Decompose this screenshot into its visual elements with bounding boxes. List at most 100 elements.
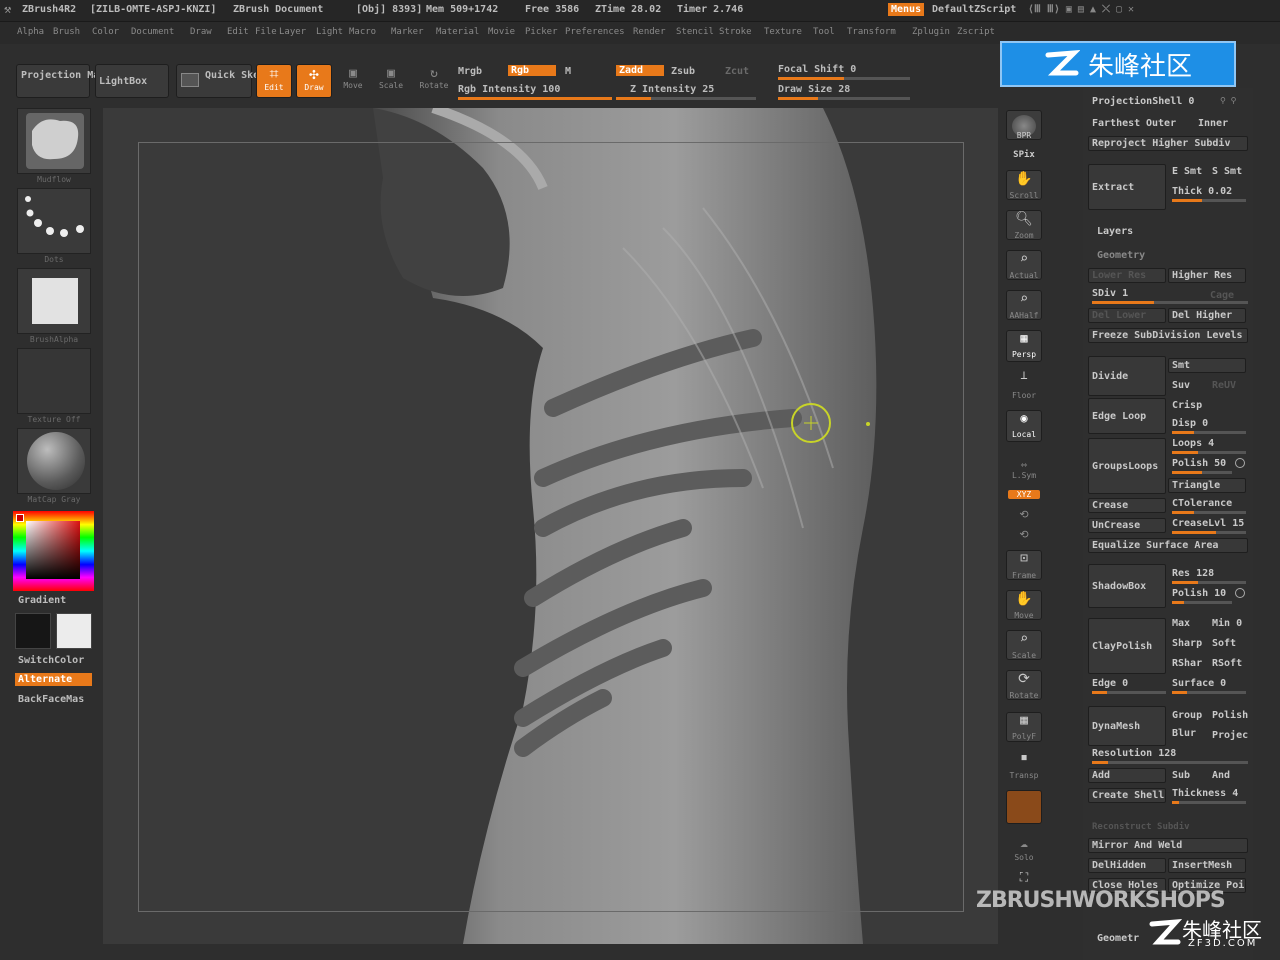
focal-shift-slider[interactable]: Focal Shift 0 (778, 64, 856, 75)
z-intensity-track[interactable] (616, 97, 756, 100)
projectionshell-slider[interactable]: ProjectionShell 0 (1092, 96, 1194, 107)
menu-zscript[interactable]: Zscript (957, 27, 995, 37)
draw-size-track[interactable] (778, 97, 910, 100)
color-picker[interactable] (13, 511, 94, 591)
menu-render[interactable]: Render (633, 27, 666, 37)
mrgb-toggle[interactable]: Mrgb (458, 66, 482, 77)
reproject-button[interactable]: Reproject Higher Subdiv (1088, 136, 1248, 151)
draw-size-slider[interactable]: Draw Size 28 (778, 84, 850, 95)
zsub-toggle[interactable]: Zsub (671, 66, 695, 77)
add-button[interactable]: Add (1088, 768, 1166, 783)
z-intensity-slider[interactable]: Z Intensity 25 (630, 84, 714, 95)
backface-mask-toggle[interactable]: BackFaceMas (18, 694, 84, 705)
menu-draw[interactable]: Draw (190, 27, 212, 37)
menu-transform[interactable]: Transform (847, 27, 896, 37)
menu-file[interactable]: File (255, 27, 277, 37)
move-button[interactable]: ▣ Move (338, 66, 368, 98)
menu-preferences[interactable]: Preferences (565, 27, 625, 37)
menu-alpha[interactable]: Alpha (17, 27, 44, 37)
rgb-toggle[interactable]: Rgb (508, 65, 556, 76)
higher-res-button[interactable]: Higher Res (1168, 268, 1246, 283)
xyz-toggle[interactable]: XYZ (1008, 490, 1040, 499)
secondary-color-swatch[interactable] (56, 613, 92, 649)
surface-slider[interactable]: Surface 0 (1172, 678, 1246, 694)
scale-button[interactable]: ▣ Scale (376, 66, 406, 98)
suv-toggle[interactable]: Suv (1172, 380, 1190, 391)
delhidden-button[interactable]: DelHidden (1088, 858, 1166, 873)
polish-circle-icon[interactable] (1235, 458, 1245, 468)
focal-shift-track[interactable] (778, 77, 910, 80)
del-lower-button[interactable]: Del Lower (1088, 308, 1166, 323)
rotate-axis-icon[interactable]: ⟲ (1002, 508, 1046, 521)
divide-button[interactable]: Divide (1088, 356, 1166, 396)
material-thumbnail[interactable] (17, 428, 91, 494)
rshar-slider[interactable]: RShar (1172, 658, 1202, 669)
primary-color-swatch[interactable] (15, 613, 51, 649)
polish-slider[interactable]: Polish 50 (1172, 458, 1232, 474)
del-higher-button[interactable]: Del Higher (1168, 308, 1246, 323)
lsym-icon[interactable]: ⇿ (1002, 458, 1046, 471)
e-smt-toggle[interactable]: E Smt (1172, 166, 1202, 177)
min-slider[interactable]: Min 0 (1212, 618, 1242, 629)
thickness-slider[interactable]: Thickness 4 (1172, 788, 1246, 804)
rgb-intensity-slider[interactable]: Rgb Intensity 100 (458, 84, 560, 95)
sub-button[interactable]: Sub (1172, 770, 1190, 781)
menu-macro[interactable]: Macro (349, 27, 376, 37)
crease-button[interactable]: Crease (1088, 498, 1166, 513)
polish-toggle[interactable]: Polish (1212, 710, 1248, 721)
menu-movie[interactable]: Movie (488, 27, 515, 37)
max-slider[interactable]: Max (1172, 618, 1190, 629)
shadowbox-res-slider[interactable]: Res 128 (1172, 568, 1246, 584)
menu-picker[interactable]: Picker (525, 27, 558, 37)
claypolish-button[interactable]: ClayPolish (1088, 618, 1166, 674)
brush-thumbnail[interactable] (17, 108, 91, 174)
mirror-weld-button[interactable]: Mirror And Weld (1088, 838, 1248, 853)
s-smt-toggle[interactable]: S Smt (1212, 166, 1242, 177)
menu-stroke[interactable]: Stroke (719, 27, 752, 37)
gradient-toggle[interactable]: Gradient (18, 595, 66, 606)
edge-loop-button[interactable]: Edge Loop (1088, 398, 1166, 434)
smt-toggle[interactable]: Smt (1168, 358, 1246, 373)
menu-brush[interactable]: Brush (53, 27, 80, 37)
ghost-button[interactable] (1006, 790, 1042, 824)
switchcolor-button[interactable]: SwitchColor (18, 655, 84, 666)
loops-slider[interactable]: Loops 4 (1172, 438, 1246, 454)
rotate-axis-icon-2[interactable]: ⟲ (1002, 528, 1046, 541)
spix-slider[interactable]: SPix (1002, 150, 1046, 160)
menu-zplugin[interactable]: Zplugin (912, 27, 950, 37)
create-shell-button[interactable]: Create Shell (1088, 788, 1166, 803)
creaselvl-slider[interactable]: CreaseLvl 15 (1172, 518, 1246, 534)
thick-slider[interactable]: Thick 0.02 (1172, 186, 1246, 202)
farthest-toggle[interactable]: Farthest (1092, 118, 1140, 129)
blur-slider[interactable]: Blur (1172, 728, 1196, 739)
edit-button[interactable]: ⌗ Edit (256, 64, 292, 98)
layers-header[interactable]: Layers (1097, 226, 1133, 237)
reconstruct-subdiv-button[interactable]: Reconstruct Subdiv (1092, 822, 1190, 832)
lower-res-button[interactable]: Lower Res (1088, 268, 1166, 283)
projectionshell-icons[interactable]: ⚲ ⚲ (1220, 96, 1237, 105)
resolution-slider[interactable]: Resolution 128 (1092, 748, 1248, 764)
sharp-slider[interactable]: Sharp (1172, 638, 1202, 649)
group-toggle[interactable]: Group (1172, 710, 1202, 721)
zadd-toggle[interactable]: Zadd (616, 65, 664, 76)
projection-master-button[interactable]: Projection Master (16, 64, 123, 98)
groupsloops-button[interactable]: GroupsLoops (1088, 438, 1166, 494)
zcut-toggle[interactable]: Zcut (725, 66, 749, 77)
menu-color[interactable]: Color (92, 27, 119, 37)
solo-icon[interactable]: ☁ (1002, 836, 1046, 851)
draw-button[interactable]: ✣ Draw (296, 64, 332, 98)
menu-tool[interactable]: Tool (813, 27, 835, 37)
cage-toggle[interactable]: Cage (1210, 290, 1234, 301)
rsoft-slider[interactable]: RSoft (1212, 658, 1242, 669)
rgb-intensity-track[interactable] (458, 97, 612, 100)
project-toggle[interactable]: Projec (1212, 730, 1248, 741)
shadowbox-button[interactable]: ShadowBox (1088, 564, 1166, 608)
menu-document[interactable]: Document (131, 27, 174, 37)
reuv-toggle[interactable]: ReUV (1212, 380, 1236, 391)
outer-toggle[interactable]: Outer (1146, 118, 1176, 129)
disp-slider[interactable]: Disp 0 (1172, 418, 1246, 434)
default-zscript[interactable]: DefaultZScript (932, 4, 1016, 15)
texture-thumbnail[interactable] (17, 348, 91, 414)
menu-light[interactable]: Light (316, 27, 343, 37)
geometry-bottom-header[interactable]: Geometr (1097, 933, 1139, 944)
